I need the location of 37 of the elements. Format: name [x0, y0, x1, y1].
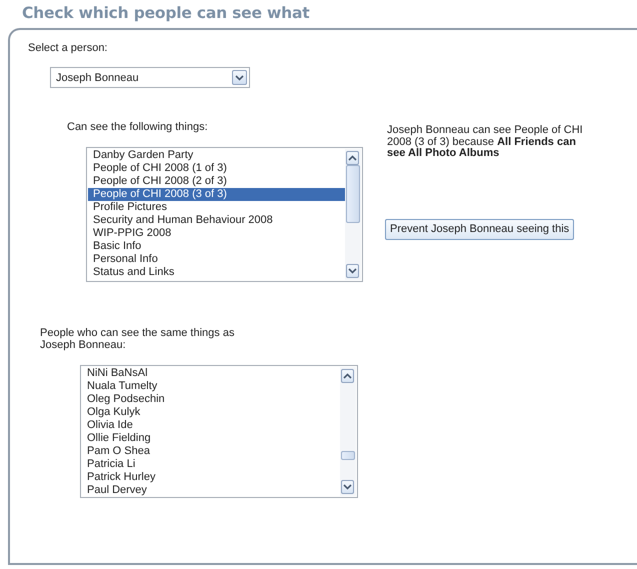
- list-item[interactable]: Ollie Fielding: [82, 432, 340, 445]
- list-item[interactable]: Profile Pictures: [88, 201, 345, 214]
- list-item[interactable]: Danby Garden Party: [88, 149, 345, 162]
- scroll-down-icon[interactable]: [346, 264, 359, 278]
- list-item[interactable]: Patricia Li: [82, 458, 340, 471]
- page-title: Check which people can see what: [21, 3, 310, 24]
- prevent-button[interactable]: Prevent Joseph Bonneau seeing this: [385, 218, 574, 240]
- scroll-up-icon[interactable]: [346, 151, 359, 165]
- list-item[interactable]: Oleg Podsechin: [82, 393, 340, 406]
- list-item[interactable]: Olivia Ide: [82, 419, 340, 432]
- list-item[interactable]: Patrick Hurley: [82, 471, 340, 484]
- list-item[interactable]: People of CHI 2008 (1 of 3): [88, 162, 345, 175]
- list-label: People who can see the same things as Joseph Bonneau:: [40, 327, 236, 351]
- scrollbar[interactable]: [345, 149, 361, 280]
- scroll-thumb[interactable]: [346, 165, 360, 223]
- list-item[interactable]: People of CHI 2008 (2 of 3): [88, 175, 345, 188]
- things-list[interactable]: [86, 147, 363, 282]
- list-item[interactable]: Personal Info: [88, 253, 345, 266]
- field-label: Select a person:: [28, 42, 108, 54]
- list-item[interactable]: WIP-PPIG 2008: [88, 227, 345, 240]
- list-label: Can see the following things:: [67, 121, 209, 133]
- list-item[interactable]: NiNi BaNsAl: [82, 367, 340, 380]
- scrollbar[interactable]: [340, 367, 356, 496]
- list-item[interactable]: Olga Kulyk: [82, 406, 340, 419]
- list-item[interactable]: Nuala Tumelty: [82, 380, 340, 393]
- list-item[interactable]: Status and Links: [88, 266, 345, 279]
- list-item[interactable]: Paul Dervey: [82, 484, 340, 497]
- list-item[interactable]: Basic Info: [88, 240, 345, 253]
- list-item[interactable]: Security and Human Behaviour 2008: [88, 214, 345, 227]
- people-list[interactable]: NiNi BaNsAl Nuala Tumelty Oleg Podsechin Olga Kulyk Olivia Ide Ollie Fielding Pam O Shea Patricia Li Patrick Hurley Paul Dervey: [80, 365, 358, 498]
- scroll-down-icon[interactable]: [341, 480, 354, 494]
- list-item[interactable]: People of CHI 2008 (3 of 3): [88, 188, 345, 201]
- list-item[interactable]: Pam O Shea: [82, 445, 340, 458]
- scroll-up-icon[interactable]: [341, 369, 354, 383]
- person-dropdown[interactable]: Joseph Bonneau: [50, 67, 250, 88]
- explanation-text: Joseph Bonneau can see People of CHI 2008 (3 of 3) because All Friends can see All Photo Albums: [387, 125, 584, 160]
- scroll-thumb[interactable]: [341, 451, 355, 460]
